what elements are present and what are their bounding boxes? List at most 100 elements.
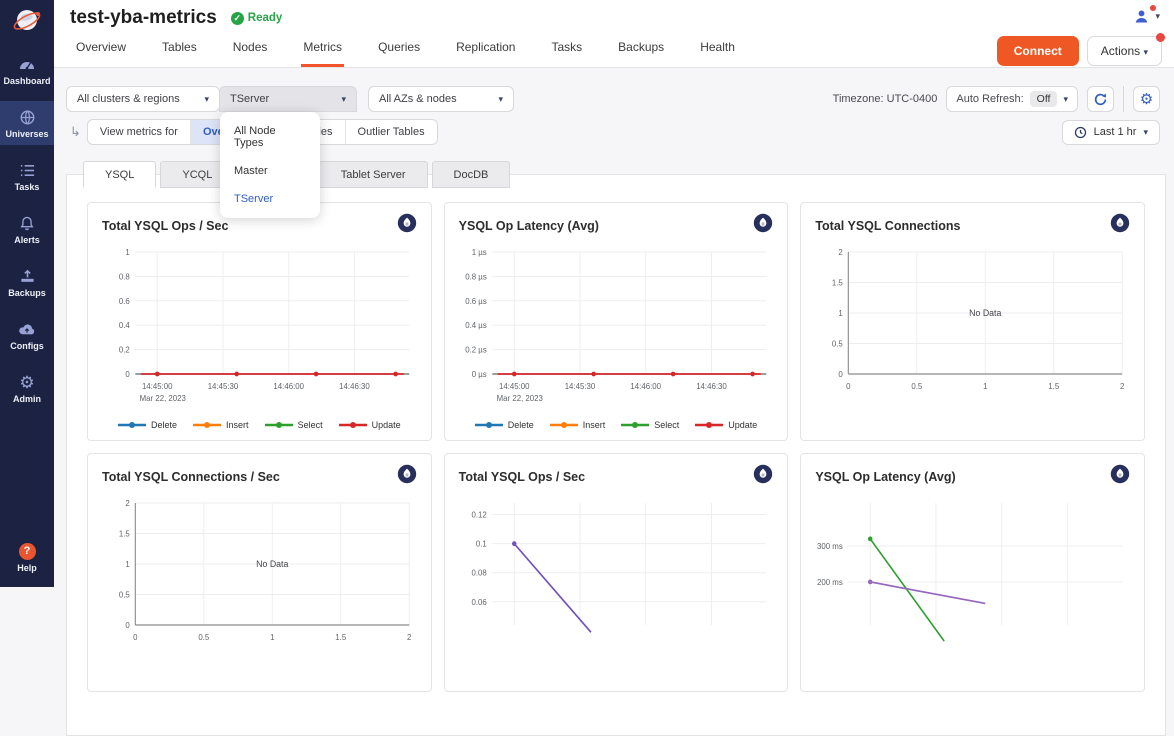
tab-queries[interactable]: Queries	[376, 32, 422, 67]
legend-item-update[interactable]: Update	[339, 420, 401, 430]
tab-backups[interactable]: Backups	[616, 32, 666, 67]
legend-item-insert[interactable]: Insert	[193, 420, 249, 430]
auto-refresh-control[interactable]: Auto Refresh: Off ▾	[946, 86, 1078, 112]
chart-header: Total YSQL Connections / Sec	[102, 464, 417, 489]
chart-title: Total YSQL Ops / Sec	[459, 470, 585, 484]
svg-text:0: 0	[839, 370, 844, 379]
yugabyte-rocket-logo[interactable]	[0, 2, 54, 40]
svg-text:1: 1	[839, 309, 844, 318]
svg-text:0: 0	[125, 621, 130, 630]
chart-canvas-3[interactable]: 00.511.5200.511.52No Data	[102, 493, 417, 665]
legend-label: Delete	[508, 420, 534, 430]
yugabyte-logo-icon[interactable]	[753, 464, 773, 489]
sidebar-item-configs[interactable]: Configs	[0, 313, 54, 357]
tab-nodes[interactable]: Nodes	[231, 32, 270, 67]
legend-item-update[interactable]: Update	[695, 420, 757, 430]
refresh-button[interactable]	[1087, 86, 1114, 112]
check-icon: ✓	[231, 12, 244, 25]
svg-text:0: 0	[133, 633, 138, 642]
svg-text:0.8: 0.8	[119, 272, 130, 281]
tab-replication[interactable]: Replication	[454, 32, 517, 67]
svg-text:0.12: 0.12	[471, 510, 487, 519]
user-menu[interactable]: ▾	[1133, 8, 1160, 25]
metric-tab-ysql[interactable]: YSQL	[83, 161, 156, 188]
svg-text:0.6: 0.6	[119, 297, 130, 306]
help-icon: ?	[19, 542, 36, 560]
chart-title: Total YSQL Connections / Sec	[102, 470, 280, 484]
legend-item-delete[interactable]: Delete	[118, 420, 177, 430]
chart-title: YSQL Op Latency (Avg)	[459, 219, 599, 233]
svg-text:14:45:30: 14:45:30	[564, 382, 595, 391]
sidebar-item-backups[interactable]: Backups	[0, 260, 54, 304]
tab-metrics[interactable]: Metrics	[301, 32, 344, 67]
user-icon	[1133, 8, 1150, 25]
legend-label: Select	[298, 420, 323, 430]
chart-canvas-5[interactable]: 200 ms300 ms	[815, 493, 1130, 665]
svg-text:14:45:00: 14:45:00	[499, 382, 530, 391]
chart-canvas-4[interactable]: 0.060.080.10.12	[459, 493, 774, 665]
legend-item-select[interactable]: Select	[265, 420, 323, 430]
svg-text:Mar 22, 2023: Mar 22, 2023	[140, 394, 187, 403]
tab-tables[interactable]: Tables	[160, 32, 199, 67]
metric-tab-tablet-server[interactable]: Tablet Server	[319, 161, 428, 188]
sidebar-item-label: Admin	[13, 394, 41, 404]
yugabyte-logo-icon[interactable]	[753, 213, 773, 238]
top-actions: Connect Actions ▾	[997, 36, 1162, 66]
chart-legend	[102, 665, 417, 687]
time-range-button[interactable]: Last 1 hr ▾	[1062, 120, 1160, 145]
sidebar-item-admin[interactable]: ⚙Admin	[0, 366, 54, 410]
filter-right-controls: Timezone: UTC-0400 Auto Refresh: Off ▾ ⚙	[833, 86, 1160, 112]
sidebar-item-universes[interactable]: Universes	[0, 101, 54, 145]
svg-text:0.4: 0.4	[119, 321, 130, 330]
svg-text:No Data: No Data	[256, 559, 289, 569]
sidebar-item-tasks[interactable]: Tasks	[0, 154, 54, 198]
actions-button[interactable]: Actions ▾	[1087, 36, 1162, 66]
yugabyte-logo-icon[interactable]	[397, 464, 417, 489]
tab-health[interactable]: Health	[698, 32, 737, 67]
svg-text:0.5: 0.5	[198, 633, 209, 642]
svg-text:0.1: 0.1	[475, 539, 486, 548]
dashboard-icon	[18, 55, 36, 73]
chart-canvas-1[interactable]: 0 µs0.2 µs0.4 µs0.6 µs0.8 µs1 µs14:45:00…	[459, 242, 774, 414]
node-type-select[interactable]: TServer▾	[219, 86, 357, 112]
tab-overview[interactable]: Overview	[74, 32, 128, 67]
yugabyte-logo-icon[interactable]	[1110, 213, 1130, 238]
dropdown-option-all-node-types[interactable]: All Node Types	[220, 117, 320, 157]
legend-item-select[interactable]: Select	[621, 420, 679, 430]
svg-text:14:45:00: 14:45:00	[142, 382, 173, 391]
chevron-down-icon: ▾	[1155, 11, 1160, 22]
tab-tasks[interactable]: Tasks	[549, 32, 584, 67]
svg-text:0.8 µs: 0.8 µs	[465, 272, 487, 281]
sidebar-item-label: Tasks	[15, 182, 40, 192]
main-area: test-yba-metrics ✓ Ready OverviewTablesN…	[54, 0, 1174, 587]
sidebar-item-label: Alerts	[14, 235, 40, 245]
sidebar-item-dashboard[interactable]: Dashboard	[0, 48, 54, 92]
connect-button[interactable]: Connect	[997, 36, 1079, 66]
cluster-region-select[interactable]: All clusters & regions▾	[66, 86, 220, 112]
legend-item-delete[interactable]: Delete	[475, 420, 534, 430]
svg-text:No Data: No Data	[970, 308, 1003, 318]
sidebar-item-alerts[interactable]: Alerts	[0, 207, 54, 251]
view-option-outlier-tables[interactable]: Outlier Tables	[345, 120, 437, 144]
alerts-icon	[19, 214, 35, 232]
sidebar-item-label: Help	[17, 563, 37, 573]
charts-grid: Total YSQL Ops / Sec00.20.40.60.8114:45:…	[67, 175, 1165, 712]
chart-title: Total YSQL Connections	[815, 219, 960, 233]
page-title: test-yba-metrics	[70, 7, 217, 29]
yugabyte-logo-icon[interactable]	[397, 213, 417, 238]
svg-text:0.4 µs: 0.4 µs	[465, 321, 487, 330]
divider	[1123, 86, 1124, 112]
dropdown-option-tserver[interactable]: TServer	[220, 185, 320, 213]
chart-canvas-2[interactable]: 00.511.5200.511.52No Data	[815, 242, 1130, 414]
settings-button[interactable]: ⚙	[1133, 86, 1160, 112]
timezone-label: Timezone: UTC-0400	[833, 93, 938, 105]
az-node-select[interactable]: All AZs & nodes▾	[368, 86, 514, 112]
metric-tab-docdb[interactable]: DocDB	[432, 161, 511, 188]
dropdown-option-master[interactable]: Master	[220, 157, 320, 185]
yugabyte-logo-icon[interactable]	[1110, 464, 1130, 489]
chart-title: YSQL Op Latency (Avg)	[815, 470, 955, 484]
svg-text:0.5: 0.5	[119, 590, 130, 599]
sidebar-item-help[interactable]: ? Help	[0, 535, 54, 579]
chart-canvas-0[interactable]: 00.20.40.60.8114:45:00Mar 22, 202314:45:…	[102, 242, 417, 414]
legend-item-insert[interactable]: Insert	[550, 420, 606, 430]
